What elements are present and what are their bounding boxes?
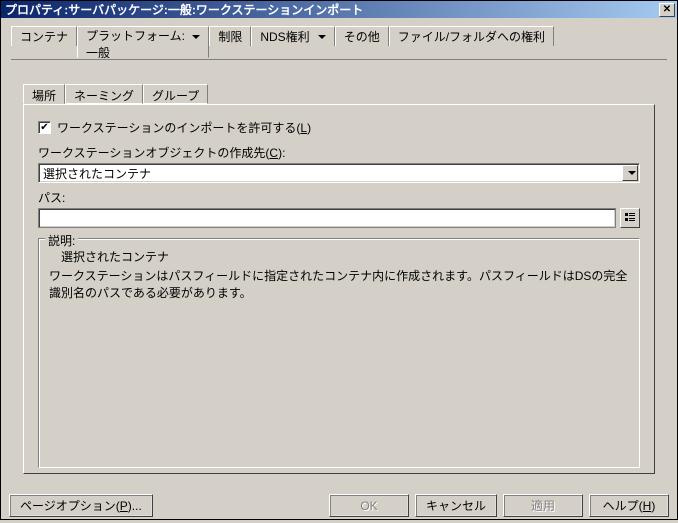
path-row xyxy=(38,208,640,228)
chevron-down-icon xyxy=(192,35,200,39)
path-label: パス: xyxy=(38,189,640,206)
tab-container[interactable]: コンテナ xyxy=(11,26,77,46)
description-title: 説明: xyxy=(45,232,78,249)
object-creation-select[interactable]: 選択されたコンテナ xyxy=(38,163,640,183)
tab-limit[interactable]: 制限 xyxy=(209,26,251,46)
select-value: 選択されたコンテナ xyxy=(39,165,621,182)
panel-outer: 場所 ネーミング グループ ✔ ワークステーションのインポートを許可する(L) … xyxy=(11,60,667,484)
path-input[interactable] xyxy=(38,208,616,228)
description-groupbox: 説明: 選択されたコンテナ ワークステーションはパスフィールドに指定されたコンテ… xyxy=(38,238,640,468)
chevron-down-icon xyxy=(628,171,636,175)
allow-import-label: ワークステーションのインポートを許可する(L) xyxy=(57,119,311,136)
close-icon[interactable]: ✕ xyxy=(659,3,675,17)
allow-import-row: ✔ ワークステーションのインポートを許可する(L) xyxy=(38,119,640,136)
cancel-button[interactable]: キャンセル xyxy=(415,494,497,517)
button-bar: ページオプション(P)... OK キャンセル 適用 ヘルプ(H) xyxy=(1,490,677,523)
location-panel: ✔ ワークステーションのインポートを許可する(L) ワークステーションオブジェク… xyxy=(23,104,655,474)
subtab-group[interactable]: グループ xyxy=(143,84,208,104)
sub-tab-strip: 場所 ネーミング グループ xyxy=(23,84,655,104)
allow-import-checkbox[interactable]: ✔ xyxy=(38,121,51,134)
subtab-location[interactable]: 場所 xyxy=(23,84,65,104)
dialog-window: プロパティ:サーバパッケージ:一般:ワークステーションインポート ✕ コンテナ … xyxy=(0,0,678,520)
tab-separator xyxy=(11,59,667,60)
browse-button[interactable] xyxy=(620,208,640,228)
select-dropdown-button[interactable] xyxy=(622,165,638,181)
window-title: プロパティ:サーバパッケージ:一般:ワークステーションインポート xyxy=(5,1,363,18)
page-options-button[interactable]: ページオプション(P)... xyxy=(9,494,153,517)
object-creation-label: ワークステーションオブジェクトの作成先(C): xyxy=(38,144,640,161)
subtab-naming[interactable]: ネーミング xyxy=(65,84,143,104)
browse-icon xyxy=(624,212,636,224)
apply-button[interactable]: 適用 xyxy=(503,494,583,517)
tab-platform[interactable]: プラットフォーム: 一般 xyxy=(77,26,209,58)
description-text: 選択されたコンテナ ワークステーションはパスフィールドに指定されたコンテナ内に作… xyxy=(49,249,629,301)
top-tab-strip: コンテナ プラットフォーム: 一般 制限 NDS権利 その他 ファイル/フォルダ… xyxy=(11,26,667,60)
tab-other[interactable]: その他 xyxy=(335,26,389,46)
ok-button[interactable]: OK xyxy=(329,494,409,517)
help-button[interactable]: ヘルプ(H) xyxy=(589,494,669,517)
tab-nds[interactable]: NDS権利 xyxy=(251,26,334,46)
chevron-down-icon xyxy=(318,35,326,39)
titlebar: プロパティ:サーバパッケージ:一般:ワークステーションインポート ✕ xyxy=(1,1,677,18)
tab-filefolder[interactable]: ファイル/フォルダへの権利 xyxy=(389,26,554,46)
content-area: コンテナ プラットフォーム: 一般 制限 NDS権利 その他 ファイル/フォルダ… xyxy=(1,18,677,490)
